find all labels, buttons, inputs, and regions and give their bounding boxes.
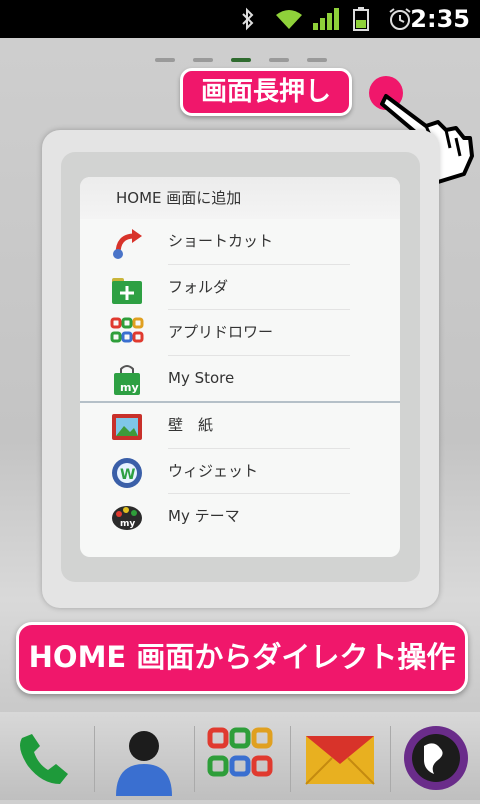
menu-item-label: ウィジェット <box>168 461 259 480</box>
menu-item-label: 壁 紙 <box>168 416 214 434</box>
wifi-icon <box>276 10 302 29</box>
menu-item-widget[interactable]: W ウィジェット <box>80 449 400 494</box>
svg-text:my: my <box>120 381 139 394</box>
status-bar: 2:35 <box>0 0 480 38</box>
menu-item-wallpaper[interactable]: 壁 紙 <box>80 403 400 449</box>
bluetooth-icon <box>242 7 254 31</box>
menu-item-label: ショートカット <box>168 232 274 250</box>
dock-phone[interactable] <box>2 718 86 800</box>
browser-globe-icon <box>404 726 468 790</box>
page-dot <box>269 58 289 62</box>
menu-item-shortcut[interactable]: ショートカット <box>80 219 400 265</box>
add-to-home-menu: HOME 画面に追加 ショートカット フォルダ アプリドロワー my My St… <box>80 177 400 557</box>
theme-palette-icon: my <box>112 506 142 530</box>
page-dot <box>155 58 175 62</box>
dock-browser[interactable] <box>394 718 478 800</box>
widget-gear-icon: W <box>112 457 142 488</box>
menu-item-app-drawer[interactable]: アプリドロワー <box>80 310 400 356</box>
status-clock: 2:35 <box>410 5 470 33</box>
dock-mail[interactable] <box>298 718 382 800</box>
menu-item-my-store[interactable]: my My Store <box>80 356 400 402</box>
battery-icon <box>353 7 369 31</box>
dock-contacts[interactable] <box>102 718 186 800</box>
svg-text:W: W <box>120 467 135 483</box>
menu-item-folder[interactable]: フォルダ <box>80 265 400 310</box>
page-indicator <box>155 58 327 62</box>
menu-item-label: My テーマ <box>168 507 240 525</box>
shortcut-arrow-icon <box>113 229 142 259</box>
long-press-callout: 画面長押し <box>180 68 352 116</box>
menu-title: HOME 画面に追加 <box>80 177 400 219</box>
direct-operation-callout: HOME 画面からダイレクト操作 <box>16 622 468 694</box>
app-drawer-icon <box>207 727 273 777</box>
page-dot-active <box>231 58 251 62</box>
mail-icon <box>305 736 375 785</box>
menu-item-my-theme[interactable]: my My テーマ <box>80 494 400 540</box>
dock-app-drawer[interactable] <box>198 718 282 800</box>
menu-item-label: アプリドロワー <box>168 323 274 341</box>
app-drawer-icon <box>110 317 144 343</box>
contacts-icon <box>116 731 172 796</box>
menu-item-label: My Store <box>168 368 235 387</box>
menu-item-label: フォルダ <box>168 277 229 296</box>
store-bag-icon: my <box>114 364 140 395</box>
page-dot <box>193 58 213 62</box>
phone-icon <box>20 734 68 784</box>
dock <box>0 712 480 800</box>
alarm-icon <box>389 8 411 30</box>
svg-text:my: my <box>120 519 135 529</box>
page-dot <box>307 58 327 62</box>
wallpaper-icon <box>112 414 142 440</box>
signal-icon <box>313 8 339 30</box>
folder-add-icon <box>112 277 142 304</box>
